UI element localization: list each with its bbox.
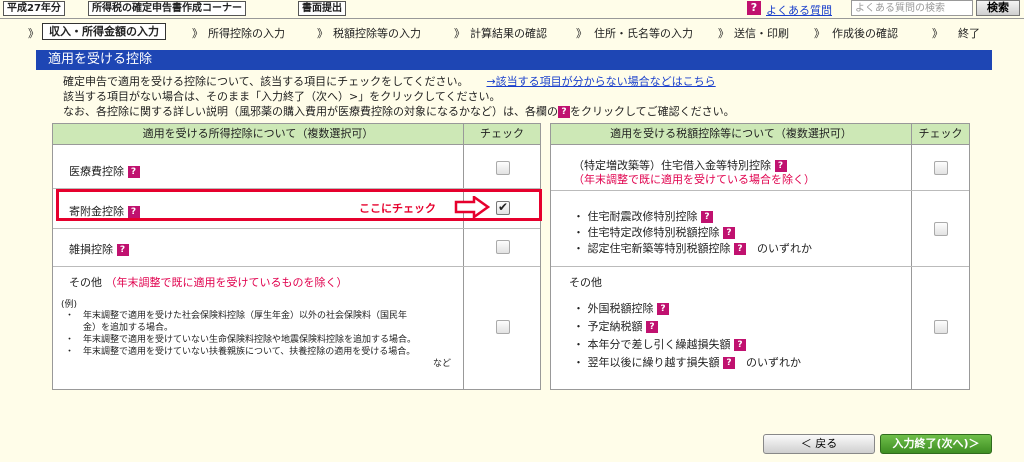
other-note: （年末調整で既に適用を受けているものを除く） bbox=[105, 276, 348, 289]
other-deduction-label: その他 （年末調整で既に適用を受けているものを除く） bbox=[69, 274, 348, 290]
breadcrumb-step: 住所・氏名等の入力 bbox=[594, 27, 693, 40]
income-deduction-table: 適用を受ける所得控除について（複数選択可） チェック 医療費控除 ? 寄附金控除… bbox=[52, 123, 541, 390]
section-title: 適用を受ける控除 bbox=[36, 50, 992, 70]
submit-tab[interactable]: 書面提出 bbox=[298, 1, 346, 16]
item-label: 住宅耐震改修特別控除 bbox=[587, 210, 698, 223]
item-label: 翌年以後に繰り越す損失額 bbox=[587, 356, 720, 369]
right-arrow-icon bbox=[454, 196, 490, 218]
medical-deduction-checkbox[interactable] bbox=[496, 161, 510, 175]
faq-search-input[interactable] bbox=[851, 0, 973, 16]
other-credit-item: ・ 翌年以後に繰り越す損失額 ? のいずれか bbox=[573, 356, 801, 369]
breadcrumb-step: 終了 bbox=[958, 27, 980, 40]
suffix-label: のいずれか bbox=[746, 356, 801, 369]
item-label: 外国税額控除 bbox=[587, 302, 654, 315]
row-label: 雑損控除 bbox=[69, 243, 113, 256]
corner-tab[interactable]: 所得税の確定申告書作成コーナー bbox=[88, 1, 246, 16]
top-bar: 平成27年分 所得税の確定申告書作成コーナー 書面提出 ? よくある質問 検索 bbox=[0, 0, 1024, 18]
intro-text: 確定申告で適用を受ける控除について、該当する項目にチェックをしてください。 bbox=[63, 75, 469, 88]
intro-line-2: 該当する項目がない場合は、そのまま「入力終了（次へ）>」をクリックしてください。 bbox=[63, 90, 501, 103]
annotation-text: ここにチェック bbox=[359, 202, 436, 215]
suffix-label: のいずれか bbox=[757, 242, 812, 255]
help-icon[interactable]: ? bbox=[723, 357, 735, 369]
finish-next-button[interactable]: 入力終了(次へ)＞ bbox=[880, 434, 992, 454]
left-header-item: 適用を受ける所得控除について（複数選択可） bbox=[53, 124, 463, 145]
left-header-check: チェック bbox=[463, 124, 540, 145]
help-icon[interactable]: ? bbox=[657, 303, 669, 315]
right-header-check: チェック bbox=[911, 124, 969, 145]
intro-line-3: なお、各控除に関する詳しい説明（風邪薬の購入費用が医療費控除の対象になるかなど）… bbox=[63, 103, 735, 119]
help-icon[interactable]: ? bbox=[116, 244, 129, 256]
renovation-credit-item: ・ 住宅特定改修特別税額控除 ? bbox=[573, 224, 735, 240]
back-button[interactable]: ＜ 戻る bbox=[763, 434, 875, 454]
help-icon: ? bbox=[558, 106, 570, 118]
breadcrumb-prefix: 》 bbox=[28, 27, 39, 40]
breadcrumb-separator: 》 bbox=[932, 27, 943, 40]
medical-deduction-label: 医療費控除 ? bbox=[69, 163, 140, 179]
help-icon[interactable]: ? bbox=[734, 339, 746, 351]
renovation-credit-checkbox[interactable] bbox=[934, 222, 948, 236]
breadcrumb-separator: 》 bbox=[576, 27, 587, 40]
housing-loan-credit-note: （年末調整で既に適用を受けている場合を除く） bbox=[573, 173, 815, 186]
breadcrumb-separator: 》 bbox=[454, 27, 465, 40]
other-credit-checkbox[interactable] bbox=[934, 320, 948, 334]
renovation-credit-item: ・ 住宅耐震改修特別控除 ? bbox=[573, 208, 713, 224]
breadcrumb-step: 計算結果の確認 bbox=[470, 27, 547, 40]
help-icon[interactable]: ? bbox=[701, 211, 713, 223]
row-divider bbox=[53, 266, 540, 267]
breadcrumb-step: 所得控除の入力 bbox=[208, 27, 285, 40]
example-end: など bbox=[433, 359, 452, 369]
intro-line-1: 確定申告で適用を受ける控除について、該当する項目にチェックをしてください。 →該当… bbox=[63, 73, 716, 89]
row-divider bbox=[551, 266, 969, 267]
breadcrumb-separator: 》 bbox=[718, 27, 729, 40]
tax-credit-table: 適用を受ける税額控除等について（複数選択可） チェック （特定増改築等）住宅借入… bbox=[550, 123, 970, 390]
year-tab[interactable]: 平成27年分 bbox=[3, 1, 65, 16]
top-divider bbox=[0, 18, 1024, 19]
help-icon[interactable]: ? bbox=[734, 243, 746, 255]
row-divider bbox=[551, 190, 969, 191]
right-header-item: 適用を受ける税額控除等について（複数選択可） bbox=[551, 124, 911, 145]
breadcrumb-step: 税額控除等の入力 bbox=[333, 27, 421, 40]
help-icon[interactable]: ? bbox=[646, 321, 658, 333]
housing-loan-credit-checkbox[interactable] bbox=[934, 161, 948, 175]
breadcrumb-separator: 》 bbox=[192, 27, 203, 40]
breadcrumb-separator: 》 bbox=[814, 27, 825, 40]
help-guide-link[interactable]: →該当する項目が分からない場合などはこちら bbox=[486, 75, 715, 88]
faq-help-icon[interactable]: ? bbox=[747, 1, 761, 15]
column-divider bbox=[463, 145, 464, 389]
row-label: 医療費控除 bbox=[69, 165, 124, 178]
breadcrumb: 》 収入・所得金額の入力 》 所得控除の入力 》 税額控除等の入力 》 計算結果… bbox=[14, 23, 1014, 41]
help-icon[interactable]: ? bbox=[723, 227, 735, 239]
row-divider bbox=[53, 228, 540, 229]
intro-text: なお、各控除に関する詳しい説明（風邪薬の購入費用が医療費控除の対象になるかなど）… bbox=[63, 105, 558, 118]
other-credit-label: その他 bbox=[569, 276, 602, 289]
faq-link[interactable]: よくある質問 bbox=[766, 2, 832, 18]
example-line: ・ 年末調整で適用を受けていない扶養親族について、扶養控除の適用を受ける場合。 bbox=[65, 347, 416, 357]
casualty-loss-deduction-checkbox[interactable] bbox=[496, 240, 510, 254]
other-deduction-checkbox[interactable] bbox=[496, 320, 510, 334]
other-credit-item: ・ 外国税額控除 ? bbox=[573, 300, 669, 316]
breadcrumb-current-step: 収入・所得金額の入力 bbox=[42, 23, 166, 40]
item-label: 本年分で差し引く繰越損失額 bbox=[587, 338, 731, 351]
breadcrumb-step: 送信・印刷 bbox=[734, 27, 789, 40]
breadcrumb-separator: 》 bbox=[317, 27, 328, 40]
breadcrumb-step: 作成後の確認 bbox=[832, 27, 898, 40]
row-label: その他 bbox=[69, 276, 102, 289]
casualty-loss-deduction-label: 雑損控除 ? bbox=[69, 241, 129, 257]
help-icon[interactable]: ? bbox=[127, 166, 140, 178]
intro-text: をクリックしてご確認ください。 bbox=[570, 105, 735, 118]
other-credit-item: ・ 予定納税額 ? bbox=[573, 318, 658, 334]
other-credit-item: ・ 本年分で差し引く繰越損失額 ? bbox=[573, 336, 746, 352]
item-label: 予定納税額 bbox=[587, 320, 643, 333]
column-divider bbox=[911, 145, 912, 389]
item-label: 住宅特定改修特別税額控除 bbox=[587, 226, 720, 239]
search-button[interactable]: 検索 bbox=[976, 0, 1020, 16]
item-label: 認定住宅新築等特別税額控除 bbox=[587, 242, 731, 255]
renovation-credit-item: ・ 認定住宅新築等特別税額控除 ? のいずれか bbox=[573, 242, 812, 255]
